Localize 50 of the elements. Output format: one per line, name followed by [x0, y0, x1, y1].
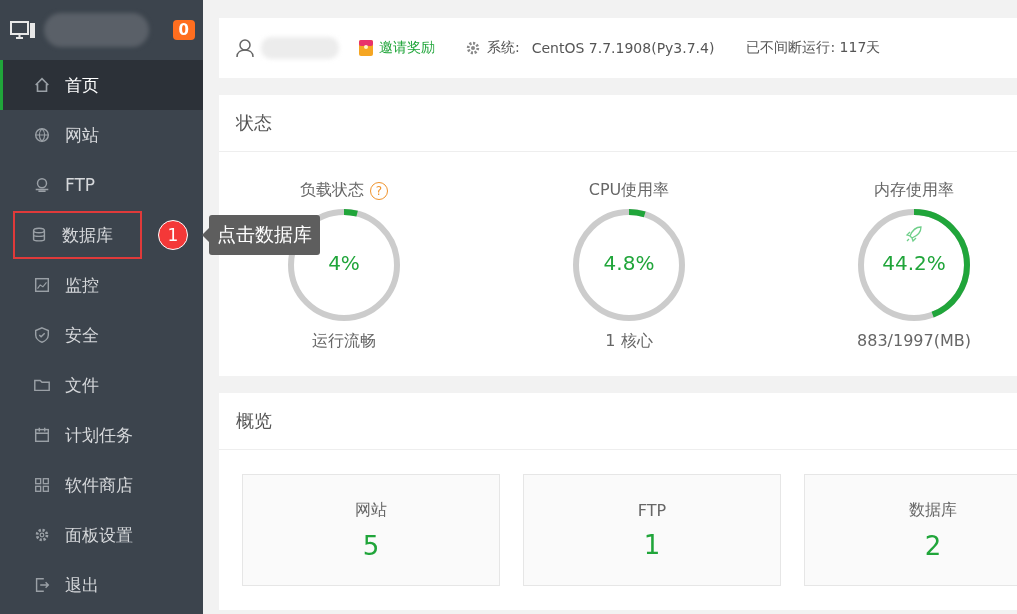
sidebar-item[interactable]: 监控 [0, 260, 203, 310]
gauge-caption: 883/1997(MB) [857, 331, 971, 350]
section-title: 状态 [219, 95, 1017, 152]
database-icon [30, 226, 48, 244]
server-icon [33, 176, 51, 194]
gauge-title: 负载状态 [300, 180, 364, 201]
gauge-value: 4.8% [602, 251, 656, 275]
overview-tile[interactable]: 数据库 2 [804, 474, 1017, 586]
sidebar-item[interactable]: 首页 [0, 60, 203, 110]
sidebar-item[interactable]: 文件 [0, 360, 203, 410]
tile-count: 5 [362, 530, 380, 561]
gauge-title: 内存使用率 [874, 180, 954, 201]
sidebar-item[interactable]: 面板设置 [0, 510, 203, 560]
step-badge: 1 [158, 220, 188, 250]
uptime-text: 已不间断运行: 117天 [746, 39, 881, 57]
sidebar-item[interactable]: 软件商店 [0, 460, 203, 510]
section-title: 概览 [219, 393, 1017, 450]
gauge-caption: 运行流畅 [312, 331, 376, 352]
sidebar-item[interactable]: 退出 [0, 560, 203, 610]
overview-tile[interactable]: 网站 5 [242, 474, 500, 586]
system-version: CentOS 7.7.1908(Py3.7.4) [531, 40, 715, 56]
gauge-caption: 1 核心 [605, 331, 653, 352]
system-label: 系统: [487, 39, 520, 57]
computer-icon [10, 20, 36, 40]
home-icon [33, 76, 51, 94]
tile-count: 1 [643, 529, 661, 560]
sidebar-item[interactable]: FTP [0, 160, 203, 210]
settings-icon [33, 526, 51, 544]
sidebar-item[interactable]: 安全 [0, 310, 203, 360]
grid-icon [33, 476, 51, 494]
globe-icon [33, 126, 51, 144]
gift-icon [359, 40, 373, 56]
tile-label: 数据库 [909, 499, 957, 521]
logout-icon [33, 576, 51, 594]
rocket-icon [903, 223, 925, 245]
tile-label: FTP [637, 500, 667, 520]
calendar-icon [33, 426, 51, 444]
gauge-value: 4% [327, 251, 361, 275]
user-icon [235, 38, 255, 58]
gauge-title: CPU使用率 [588, 180, 670, 201]
sidebar-item[interactable]: 计划任务 [0, 410, 203, 460]
tile-label: 网站 [355, 499, 387, 521]
gauge-value: 44.2% [881, 251, 947, 275]
shield-icon [33, 326, 51, 344]
chart-icon [33, 276, 51, 294]
callout-tooltip: 点击数据库 [209, 215, 320, 255]
sidebar-item[interactable]: 网站 [0, 110, 203, 160]
overview-tile[interactable]: FTP 1 [523, 474, 781, 586]
tile-count: 2 [924, 530, 942, 561]
settings-icon [465, 40, 481, 56]
